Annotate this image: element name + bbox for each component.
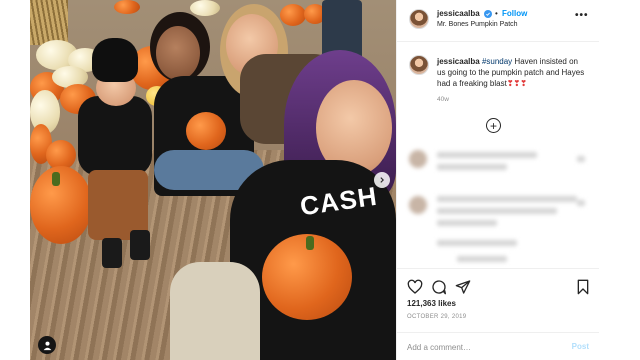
caption-age: 40w	[437, 96, 449, 103]
comment-icon[interactable]	[431, 279, 447, 295]
follow-button[interactable]: Follow	[502, 9, 527, 18]
load-more-comments-button[interactable]: +	[486, 118, 501, 133]
skull-sweater	[78, 96, 152, 176]
white-pumpkin	[190, 0, 220, 16]
chevron-right-icon	[380, 177, 384, 183]
small-pumpkin	[186, 112, 226, 150]
like-count[interactable]: 121,363 likes	[407, 299, 456, 308]
heart-icon[interactable]	[407, 279, 423, 295]
post-photo[interactable]: CASH	[30, 0, 396, 360]
comment-input[interactable]	[407, 340, 557, 354]
location-link[interactable]: Mr. Bones Pumpkin Patch	[437, 21, 518, 28]
more-options-button[interactable]: •••	[575, 10, 589, 21]
post-comment-button[interactable]: Post	[572, 342, 589, 351]
heart-emoji: ❣❣❣	[506, 79, 527, 88]
avatar[interactable]	[409, 9, 429, 29]
post-header: jessicaalba • Follow Mr. Bones Pumpkin P…	[397, 0, 599, 42]
instagram-embed: CASH jessicaalba • Follow Mr. Bones Pump…	[0, 0, 640, 360]
sneaker-right	[130, 230, 150, 260]
header-username[interactable]: jessicaalba	[437, 9, 480, 18]
hay-bale	[30, 0, 68, 45]
action-bar	[397, 268, 599, 298]
user-tag-icon[interactable]	[38, 336, 56, 354]
plus-circle-icon: +	[489, 118, 497, 133]
next-photo-button[interactable]	[374, 172, 390, 188]
khaki-pants	[170, 262, 260, 360]
separator-dot: •	[495, 9, 498, 18]
caption: jessicaalba #sunday Haven insisted on us…	[437, 56, 587, 89]
post-date: OCTOBER 29, 2019	[407, 314, 467, 320]
teen-face	[156, 26, 200, 80]
caption-username[interactable]: jessicaalba	[437, 57, 480, 66]
large-orange-pumpkin	[30, 166, 92, 244]
comment-bar: Post	[397, 332, 599, 360]
caption-hashtag[interactable]: #sunday	[482, 57, 512, 66]
orange-pumpkin	[280, 4, 306, 26]
post-sidebar: jessicaalba • Follow Mr. Bones Pumpkin P…	[396, 0, 599, 360]
black-beanie	[92, 38, 138, 82]
bookmark-icon[interactable]	[575, 279, 591, 295]
orange-pumpkin	[114, 0, 140, 14]
pumpkin-stem	[52, 172, 60, 186]
pumpkin-stem	[306, 236, 314, 250]
sneaker-left	[102, 238, 122, 268]
share-icon[interactable]	[455, 279, 471, 295]
caption-avatar[interactable]	[409, 55, 429, 75]
verified-badge-icon	[484, 10, 492, 18]
